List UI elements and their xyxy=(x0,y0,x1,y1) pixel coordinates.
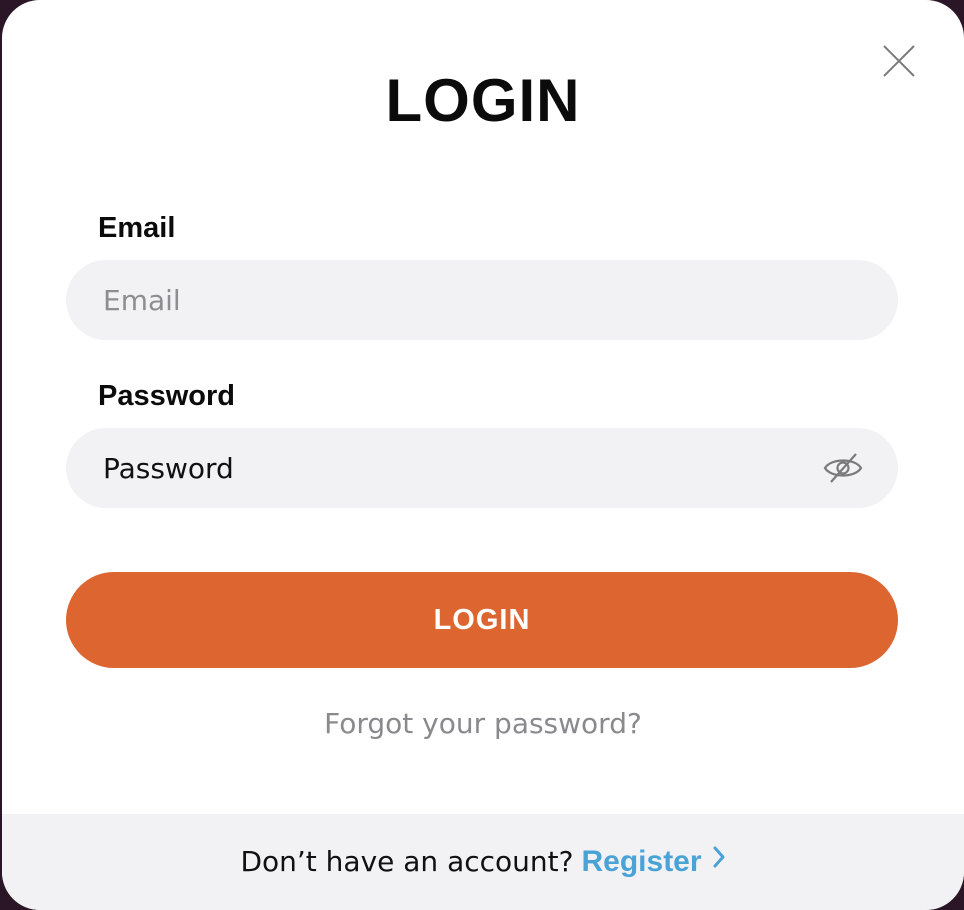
footer-content: Don’t have an account? Register xyxy=(2,842,964,883)
login-modal: LOGIN Email Password LOGIN Forgot your p… xyxy=(2,0,964,910)
password-field-wrapper xyxy=(66,428,898,508)
login-button[interactable]: LOGIN xyxy=(66,572,898,668)
password-input[interactable] xyxy=(103,428,803,508)
no-account-prompt: Don’t have an account? xyxy=(240,845,574,878)
toggle-password-visibility-button[interactable] xyxy=(822,450,864,486)
chevron-right-icon[interactable] xyxy=(712,840,726,880)
modal-title: LOGIN xyxy=(385,67,581,134)
email-field-wrapper xyxy=(66,260,898,340)
eye-slash-icon xyxy=(823,453,863,483)
forgot-password-link[interactable]: Forgot your password? xyxy=(2,704,964,744)
password-label: Password xyxy=(98,380,235,412)
email-input[interactable] xyxy=(103,260,803,340)
email-label: Email xyxy=(98,212,176,244)
register-footer: Don’t have an account? Register xyxy=(2,814,964,910)
register-link[interactable]: Register xyxy=(582,845,702,878)
